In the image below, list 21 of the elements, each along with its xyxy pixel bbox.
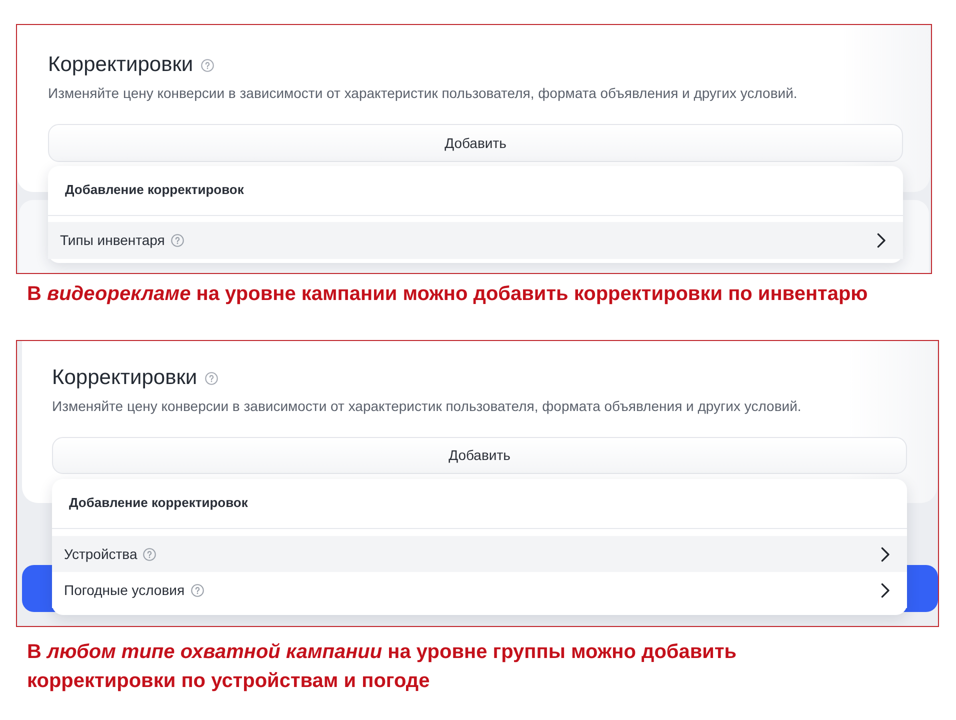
menu-item[interactable]: Типы инвентаря <box>48 222 903 259</box>
help-icon <box>143 548 156 560</box>
add-button[interactable]: Добавить <box>48 124 903 162</box>
help-icon <box>170 234 184 247</box>
menu-title: Добавление корректировок <box>64 181 245 199</box>
help-icon <box>201 58 214 72</box>
section-title: Корректировки <box>52 365 198 391</box>
help-icon <box>205 372 218 384</box>
menu-item[interactable]: Устройства <box>52 536 907 572</box>
menu-item[interactable]: Погодные условия <box>52 572 907 608</box>
add-button[interactable]: Добавить <box>52 437 907 474</box>
help-icon <box>190 584 204 596</box>
caption-text: В видеорекламе на уровне кампании можно добавить корректировки по инвентарю <box>27 283 868 306</box>
section-description: Изменяйте цену конверсии в зависимости от характеристик пользователя, формата объявления и других условий. <box>52 397 802 415</box>
section-title: Корректировки <box>48 52 194 78</box>
menu-title: Добавление корректировок <box>68 494 249 512</box>
chevron-right-icon <box>877 233 886 248</box>
chevron-right-icon <box>881 546 890 562</box>
section-description: Изменяйте цену конверсии в зависимости от характеристик пользователя, формата объявления и других условий. <box>48 84 798 102</box>
chevron-right-icon <box>881 582 890 598</box>
caption-text: В любом типе охватной кампании на уровне группы можно добавить корректировки по устройствам и погоде <box>27 640 738 694</box>
